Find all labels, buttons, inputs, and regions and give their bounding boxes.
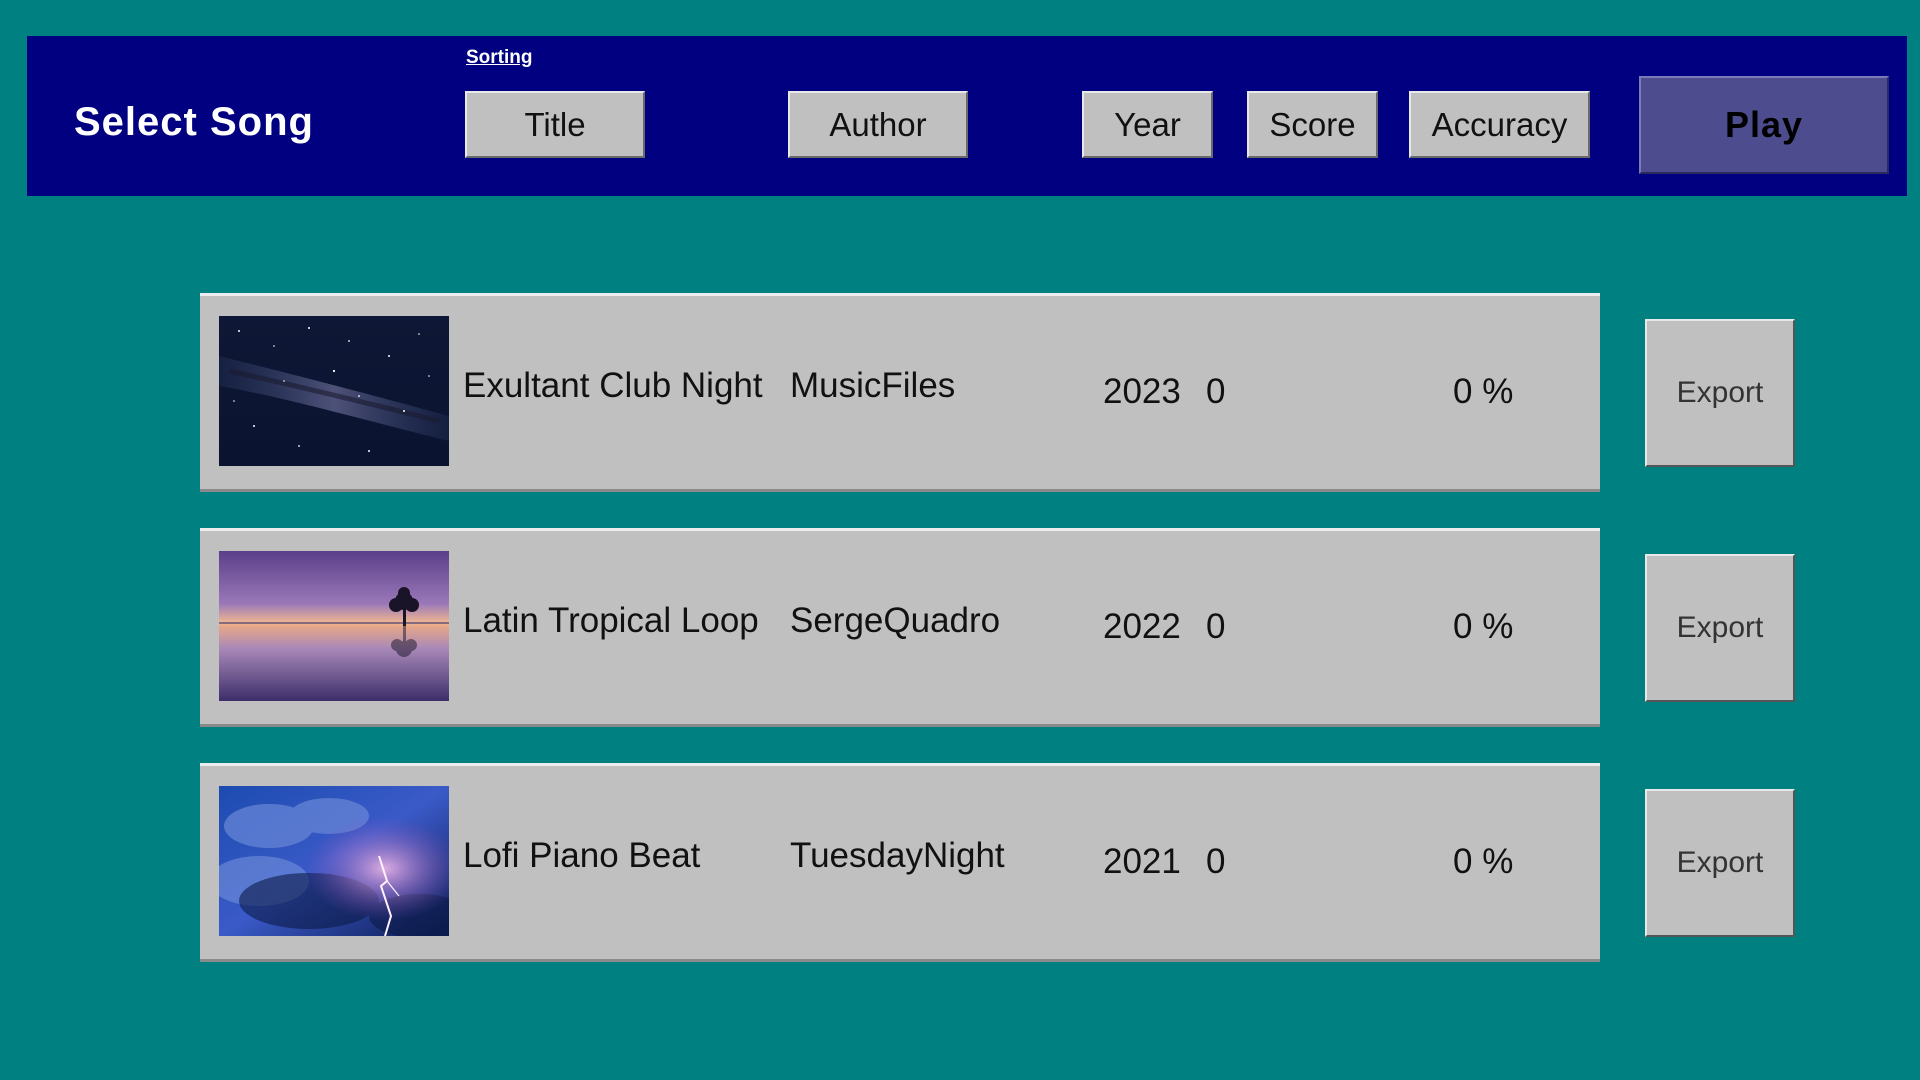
sort-title-button[interactable]: Title bbox=[465, 91, 645, 158]
song-row[interactable]: Exultant Club Night MusicFiles 2023 0 0 … bbox=[200, 293, 1600, 492]
sort-year-button[interactable]: Year bbox=[1082, 91, 1213, 158]
song-accuracy: 0 % bbox=[1453, 372, 1514, 411]
song-score: 0 bbox=[1206, 842, 1226, 881]
song-row[interactable]: Latin Tropical Loop SergeQuadro 2022 0 0… bbox=[200, 528, 1600, 727]
sorting-label: Sorting bbox=[466, 47, 533, 68]
song-author: MusicFiles bbox=[790, 366, 956, 405]
sort-accuracy-button[interactable]: Accuracy bbox=[1409, 91, 1590, 158]
song-score: 0 bbox=[1206, 372, 1226, 411]
song-row[interactable]: Lofi Piano Beat TuesdayNight 2021 0 0 % bbox=[200, 763, 1600, 962]
sort-score-button[interactable]: Score bbox=[1247, 91, 1378, 158]
song-accuracy: 0 % bbox=[1453, 842, 1514, 881]
sunset-lake-thumbnail bbox=[219, 551, 449, 701]
song-author: SergeQuadro bbox=[790, 601, 1001, 640]
song-accuracy: 0 % bbox=[1453, 607, 1514, 646]
sort-author-button[interactable]: Author bbox=[788, 91, 968, 158]
export-button[interactable]: Export bbox=[1645, 319, 1795, 467]
header-bar: Select Song Sorting Title Author Year Sc… bbox=[27, 36, 1907, 196]
milky-way-thumbnail bbox=[219, 316, 449, 466]
play-button[interactable]: Play bbox=[1639, 76, 1889, 174]
export-button[interactable]: Export bbox=[1645, 554, 1795, 702]
song-year: 2023 bbox=[1103, 372, 1181, 411]
song-author: TuesdayNight bbox=[790, 836, 1005, 875]
storm-clouds-thumbnail bbox=[219, 786, 449, 936]
song-year: 2021 bbox=[1103, 842, 1181, 881]
song-year: 2022 bbox=[1103, 607, 1181, 646]
song-title: Exultant Club Night bbox=[463, 366, 763, 405]
export-button[interactable]: Export bbox=[1645, 789, 1795, 937]
song-title: Lofi Piano Beat bbox=[463, 836, 701, 875]
page-title: Select Song bbox=[74, 100, 314, 144]
song-title: Latin Tropical Loop bbox=[463, 601, 759, 640]
song-score: 0 bbox=[1206, 607, 1226, 646]
